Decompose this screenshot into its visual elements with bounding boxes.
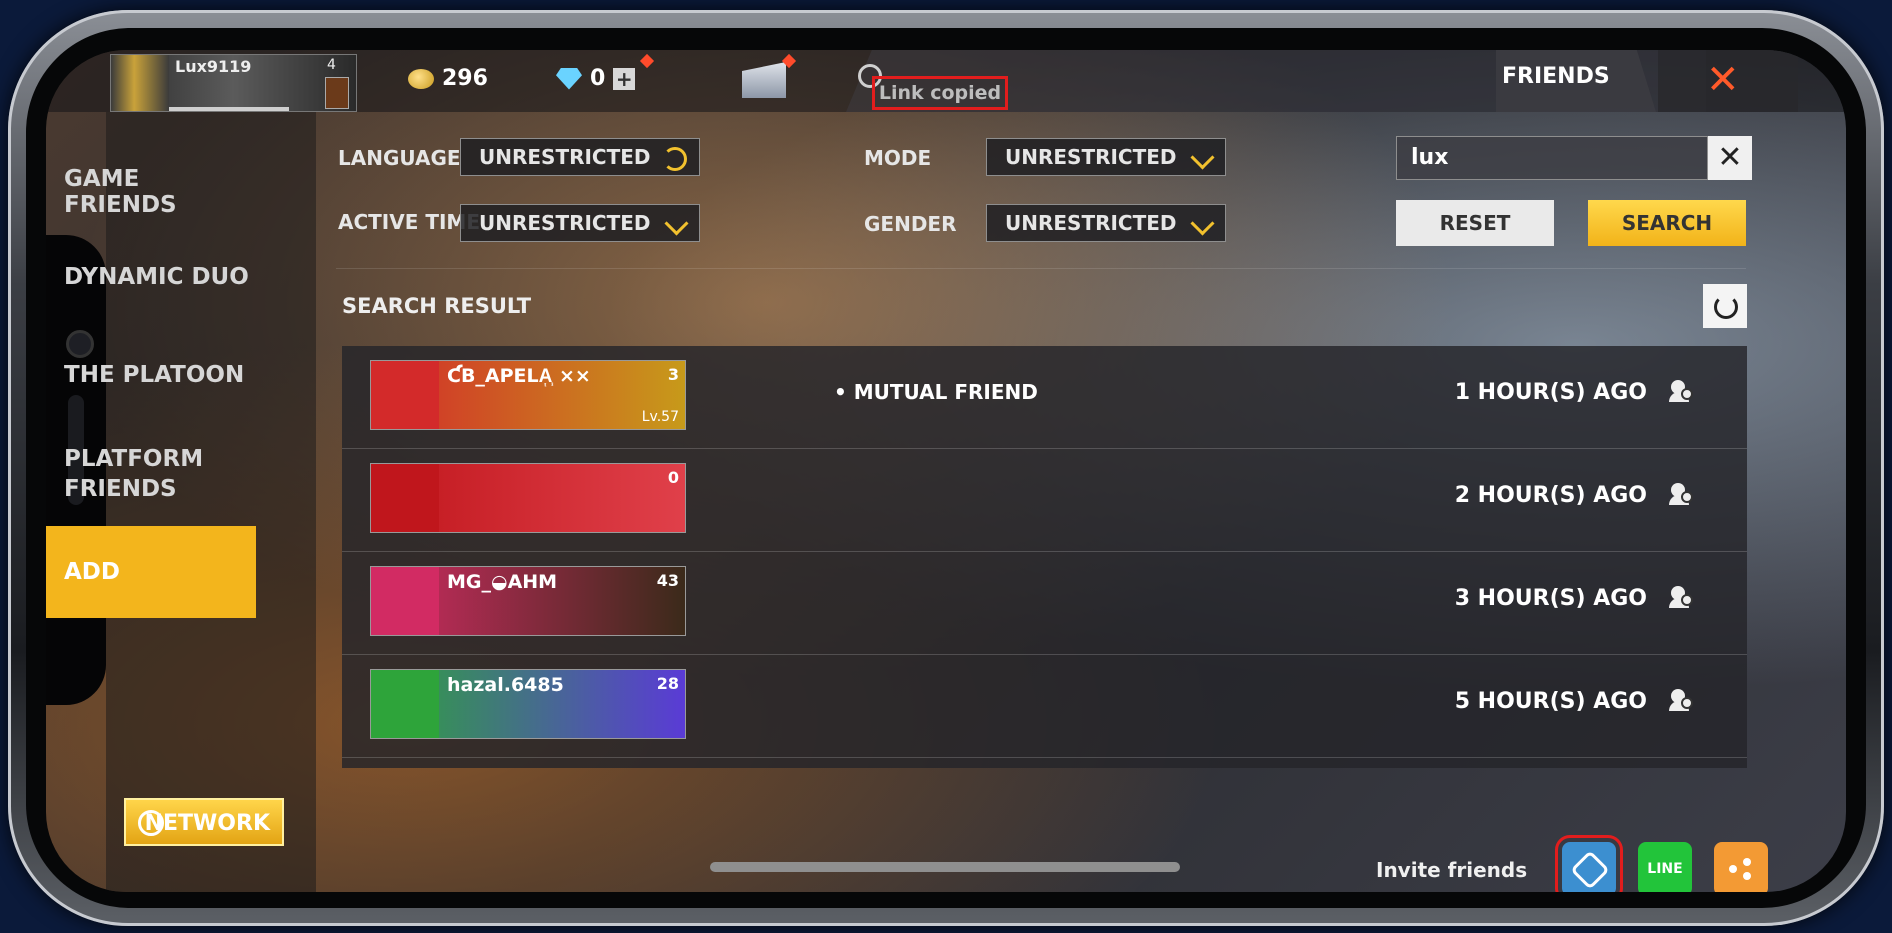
player-avatar bbox=[371, 361, 439, 429]
gender-value: UNRESTRICTED bbox=[1005, 211, 1177, 235]
last-active-time: 2 HOUR(S) AGO bbox=[1454, 483, 1647, 508]
table-row[interactable]: MG_◒AHM 43 3 HOUR(S) AGO bbox=[342, 552, 1747, 655]
refresh-language-icon[interactable] bbox=[663, 147, 687, 171]
add-friend-icon[interactable] bbox=[1669, 380, 1693, 404]
exp-bar bbox=[169, 107, 289, 111]
clear-search-icon[interactable]: ✕ bbox=[1708, 136, 1752, 180]
player-avatar bbox=[111, 55, 169, 111]
add-friend-icon[interactable] bbox=[1669, 689, 1693, 713]
add-friend-icon[interactable] bbox=[1669, 483, 1693, 507]
rank-badge-icon bbox=[325, 77, 349, 109]
page-title: FRIENDS bbox=[1502, 64, 1610, 89]
mutual-friend-label: • MUTUAL FRIEND bbox=[834, 380, 1038, 404]
player-level: 0 bbox=[667, 468, 679, 487]
search-input[interactable]: lux bbox=[1396, 136, 1708, 180]
player-name: ƇB_APELA᷂᷂ ×× bbox=[447, 365, 591, 387]
refresh-icon bbox=[1714, 295, 1738, 319]
player-profile[interactable]: Lux9119 4 bbox=[110, 54, 357, 112]
player-name: Lux9119 bbox=[175, 57, 252, 76]
coin-amount: 296 bbox=[442, 66, 488, 91]
gender-label: GENDER bbox=[864, 212, 957, 236]
gender-select[interactable]: UNRESTRICTED bbox=[986, 204, 1226, 242]
sidebar-item-game-friends[interactable]: GAME FRIENDS bbox=[46, 166, 256, 218]
player-name: MG_◒AHM bbox=[447, 571, 558, 593]
table-row[interactable]: 0 2 HOUR(S) AGO bbox=[342, 449, 1747, 552]
add-diamonds-icon[interactable]: + bbox=[613, 67, 636, 90]
camera-icon bbox=[66, 330, 94, 358]
coin-balance: 296 bbox=[408, 66, 488, 91]
chevron-down-icon bbox=[1190, 211, 1215, 236]
player-level: 28 bbox=[656, 674, 679, 693]
divider bbox=[336, 268, 1746, 269]
last-active-time: 3 HOUR(S) AGO bbox=[1454, 586, 1647, 611]
search-button[interactable]: SEARCH bbox=[1588, 200, 1746, 246]
player-avatar bbox=[371, 670, 439, 738]
player-level: 43 bbox=[656, 571, 679, 590]
last-active-time: 1 HOUR(S) AGO bbox=[1454, 380, 1647, 405]
chevron-down-icon bbox=[664, 211, 689, 236]
chevron-down-icon bbox=[1190, 145, 1215, 170]
player-level: 3 bbox=[667, 365, 679, 384]
close-icon[interactable]: ✕ bbox=[1706, 58, 1740, 102]
link-icon bbox=[1570, 850, 1610, 890]
player-card[interactable]: hazal.6485 28 bbox=[370, 669, 686, 739]
player-lv: Lv.57 bbox=[641, 409, 679, 425]
diamond-icon bbox=[556, 67, 582, 90]
mode-value: UNRESTRICTED bbox=[1005, 145, 1177, 169]
link-copied-toast: Link copied bbox=[872, 76, 1008, 110]
active-time-value: UNRESTRICTED bbox=[479, 211, 651, 235]
mode-label: MODE bbox=[864, 146, 932, 170]
search-result-list: ƇB_APELA᷂᷂ ×× 3 Lv.57 • MUTUAL FRIEND 1 … bbox=[342, 346, 1747, 768]
line-share-button[interactable]: LINE bbox=[1638, 842, 1692, 892]
diamond-amount: 0 bbox=[590, 66, 606, 91]
home-indicator[interactable] bbox=[710, 862, 1180, 872]
copy-link-button[interactable] bbox=[1555, 835, 1623, 892]
share-icon bbox=[1729, 858, 1751, 880]
diamond-balance[interactable]: 0 + bbox=[556, 66, 636, 91]
invite-friends-label: Invite friends bbox=[1376, 858, 1528, 882]
sidebar-item-dynamic-duo[interactable]: DYNAMIC DUO bbox=[46, 264, 256, 290]
table-row[interactable]: ƇB_APELA᷂᷂ ×× 3 Lv.57 • MUTUAL FRIEND 1 … bbox=[342, 346, 1747, 449]
sidebar-item-the-platoon[interactable]: THE PLATOON bbox=[46, 362, 256, 388]
player-card[interactable]: 0 bbox=[370, 463, 686, 533]
sidebar-item-add[interactable]: ADD bbox=[46, 526, 256, 618]
language-value: UNRESTRICTED bbox=[479, 145, 651, 169]
network-icon bbox=[138, 810, 164, 836]
search-result-title: SEARCH RESULT bbox=[342, 294, 532, 318]
active-time-select[interactable]: UNRESTRICTED bbox=[460, 204, 700, 242]
game-screen: Lux9119 4 296 0 + Link copied FRIENDS ✕ … bbox=[46, 50, 1846, 892]
coin-icon bbox=[408, 68, 434, 89]
mode-select[interactable]: UNRESTRICTED bbox=[986, 138, 1226, 176]
table-row[interactable]: hazal.6485 28 5 HOUR(S) AGO bbox=[342, 655, 1747, 758]
language-label: LANGUAGE bbox=[338, 146, 461, 170]
player-avatar bbox=[371, 567, 439, 635]
last-active-time: 5 HOUR(S) AGO bbox=[1454, 689, 1647, 714]
add-friend-icon[interactable] bbox=[1669, 586, 1693, 610]
player-name: hazal.6485 bbox=[447, 674, 564, 696]
player-avatar bbox=[371, 464, 439, 532]
reset-button[interactable]: RESET bbox=[1396, 200, 1554, 246]
network-button[interactable]: NETWORK bbox=[124, 798, 284, 846]
player-level: 4 bbox=[327, 57, 336, 73]
player-card[interactable]: MG_◒AHM 43 bbox=[370, 566, 686, 636]
active-time-label: ACTIVE TIME bbox=[338, 210, 480, 234]
refresh-results-button[interactable] bbox=[1703, 284, 1747, 328]
player-card[interactable]: ƇB_APELA᷂᷂ ×× 3 Lv.57 bbox=[370, 360, 686, 430]
sidebar-item-platform-friends[interactable]: PLATFORM FRIENDS bbox=[46, 444, 216, 504]
share-button[interactable] bbox=[1714, 842, 1768, 892]
language-select[interactable]: UNRESTRICTED bbox=[460, 138, 700, 176]
